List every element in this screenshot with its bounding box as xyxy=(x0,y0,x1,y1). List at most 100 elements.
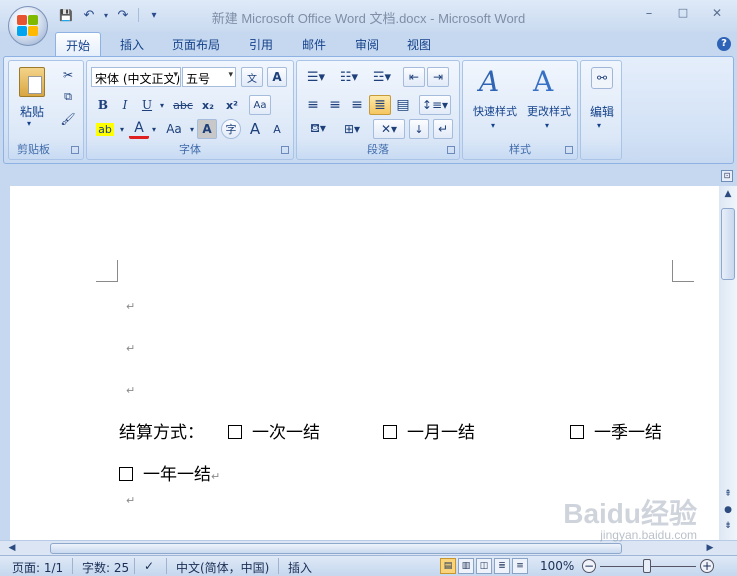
sort-icon[interactable]: ↓ xyxy=(409,119,429,139)
align-right-icon[interactable]: ≡ xyxy=(347,95,367,115)
highlight-dropdown-icon[interactable]: ▾ xyxy=(117,119,127,139)
tab-page-layout[interactable]: 页面布局 xyxy=(172,36,220,53)
checkbox-icon[interactable] xyxy=(383,425,397,439)
superscript-button[interactable]: x² xyxy=(221,95,243,115)
multilevel-list-icon[interactable]: ☲▾ xyxy=(369,67,395,87)
scroll-left-icon[interactable]: ◀ xyxy=(4,541,20,555)
distributed-icon[interactable]: ▤ xyxy=(393,95,413,115)
font-color-dropdown-icon[interactable]: ▾ xyxy=(149,119,159,139)
scroll-up-icon[interactable]: ▲ xyxy=(720,186,736,202)
vertical-scrollbar[interactable]: ▲ ⇞ ● ⇟ xyxy=(719,186,737,540)
align-left-icon[interactable]: ≡ xyxy=(303,95,323,115)
clear-formatting-icon[interactable]: Aa xyxy=(249,95,271,115)
italic-button[interactable]: I xyxy=(115,95,135,115)
chinese-layout-icon[interactable]: ✕▾ xyxy=(373,119,405,139)
phonetic-guide-icon[interactable]: 文 xyxy=(241,67,263,87)
checkbox-icon[interactable] xyxy=(119,467,133,481)
option-yearly[interactable]: 一年一结↵ xyxy=(119,460,220,485)
borders-icon[interactable]: ⊞▾ xyxy=(337,119,367,139)
change-styles-dropdown-icon[interactable]: ▾ xyxy=(545,121,549,130)
zoom-level[interactable]: 100% xyxy=(540,559,574,573)
font-launcher-icon[interactable] xyxy=(281,146,289,154)
tab-home[interactable]: 开始 xyxy=(55,32,101,57)
strikethrough-button[interactable]: abc xyxy=(171,95,195,115)
maximize-button[interactable]: □ xyxy=(672,6,694,24)
horizontal-scrollbar[interactable]: ◀ ▶ xyxy=(0,540,737,555)
paragraph-launcher-icon[interactable] xyxy=(447,146,455,154)
word-count[interactable]: 字数: 25 xyxy=(82,559,129,576)
styles-launcher-icon[interactable] xyxy=(565,146,573,154)
change-case-dropdown-icon[interactable]: ▾ xyxy=(187,119,197,139)
subscript-button[interactable]: x₂ xyxy=(197,95,219,115)
character-shading-icon[interactable]: A xyxy=(197,119,217,139)
quick-styles-button[interactable]: 快速样式 xyxy=(467,103,523,119)
horizontal-scroll-thumb[interactable] xyxy=(50,543,622,554)
font-color-button[interactable]: A xyxy=(129,119,149,139)
tab-insert[interactable]: 插入 xyxy=(120,36,144,53)
scroll-right-icon[interactable]: ▶ xyxy=(702,541,718,555)
checkbox-icon[interactable] xyxy=(570,425,584,439)
proofing-icon[interactable]: ✓ xyxy=(144,559,154,573)
language-indicator[interactable]: 中文(简体，中国) xyxy=(176,559,269,576)
format-painter-icon[interactable]: 🖌 xyxy=(59,109,77,129)
underline-dropdown-icon[interactable]: ▾ xyxy=(157,95,167,115)
tab-mailings[interactable]: 邮件 xyxy=(302,36,326,53)
document-page[interactable]: ↵ ↵ ↵ 结算方式： 一次一结 一月一结 一季一结 一年一结↵ ↵ xyxy=(10,186,719,540)
tab-references[interactable]: 引用 xyxy=(249,36,273,53)
paste-icon[interactable] xyxy=(19,67,45,97)
cut-icon[interactable]: ✂ xyxy=(59,65,77,85)
copy-icon[interactable]: ⧉ xyxy=(59,87,77,107)
checkbox-icon[interactable] xyxy=(228,425,242,439)
change-case-button[interactable]: Aa xyxy=(161,119,187,139)
clipboard-launcher-icon[interactable] xyxy=(71,146,79,154)
editing-button[interactable]: 编辑 xyxy=(583,103,621,120)
character-border-icon[interactable]: A xyxy=(267,67,287,87)
draft-view-icon[interactable]: ≡ xyxy=(512,558,528,574)
web-layout-view-icon[interactable]: ◫ xyxy=(476,558,492,574)
line-spacing-icon[interactable]: ↕≡▾ xyxy=(419,95,451,115)
zoom-in-icon[interactable]: + xyxy=(700,559,714,573)
underline-button[interactable]: U xyxy=(137,95,157,115)
enclose-characters-icon[interactable]: 字 xyxy=(221,119,241,139)
highlight-icon[interactable]: ab xyxy=(93,119,117,139)
option-quarterly[interactable]: 一季一结 xyxy=(570,418,662,443)
font-name-combo[interactable]: 宋体 (中文正文) ▾ xyxy=(91,67,181,87)
bold-button[interactable]: B xyxy=(93,95,113,115)
zoom-slider-handle[interactable] xyxy=(643,559,651,573)
quick-styles-icon[interactable]: A xyxy=(479,65,499,98)
grow-font-button[interactable]: A xyxy=(245,119,265,139)
close-button[interactable]: ✕ xyxy=(706,6,728,24)
previous-page-icon[interactable]: ⇞ xyxy=(720,486,736,502)
justify-icon[interactable]: ≣ xyxy=(369,95,391,115)
zoom-out-icon[interactable]: − xyxy=(582,559,596,573)
change-styles-button[interactable]: 更改样式 xyxy=(521,103,577,119)
show-hide-marks-icon[interactable]: ↵ xyxy=(433,119,453,139)
insert-mode-indicator[interactable]: 插入 xyxy=(288,559,312,576)
find-binoculars-icon[interactable]: ⚯ xyxy=(591,67,613,89)
align-center-icon[interactable]: ≡ xyxy=(325,95,345,115)
office-button[interactable] xyxy=(8,6,48,46)
select-browse-object-icon[interactable]: ● xyxy=(720,502,736,518)
next-page-icon[interactable]: ⇟ xyxy=(720,518,736,534)
tab-review[interactable]: 审阅 xyxy=(355,36,379,53)
paste-button-label[interactable]: 粘贴 xyxy=(15,103,49,120)
change-styles-icon[interactable]: A xyxy=(533,65,553,98)
increase-indent-icon[interactable]: ⇥ xyxy=(427,67,449,87)
minimize-button[interactable]: – xyxy=(638,6,660,24)
option-monthly[interactable]: 一月一结 xyxy=(383,418,475,443)
numbering-icon[interactable]: ☷▾ xyxy=(335,67,363,87)
full-screen-reading-view-icon[interactable]: ▥ xyxy=(458,558,474,574)
paste-dropdown-icon[interactable]: ▾ xyxy=(27,119,31,128)
decrease-indent-icon[interactable]: ⇤ xyxy=(403,67,425,87)
vertical-scroll-thumb[interactable] xyxy=(721,208,735,280)
view-ruler-icon[interactable]: ⊡ xyxy=(721,170,733,182)
editing-dropdown-icon[interactable]: ▾ xyxy=(597,121,601,130)
tab-view[interactable]: 视图 xyxy=(407,36,431,53)
print-layout-view-icon[interactable]: ▤ xyxy=(440,558,456,574)
option-once[interactable]: 一次一结 xyxy=(228,418,320,443)
bullets-icon[interactable]: ☰▾ xyxy=(303,67,329,87)
help-icon[interactable]: ? xyxy=(717,37,731,51)
page-count[interactable]: 页面: 1/1 xyxy=(12,559,63,576)
outline-view-icon[interactable]: ≣ xyxy=(494,558,510,574)
shading-icon[interactable]: ⛾▾ xyxy=(303,119,333,139)
